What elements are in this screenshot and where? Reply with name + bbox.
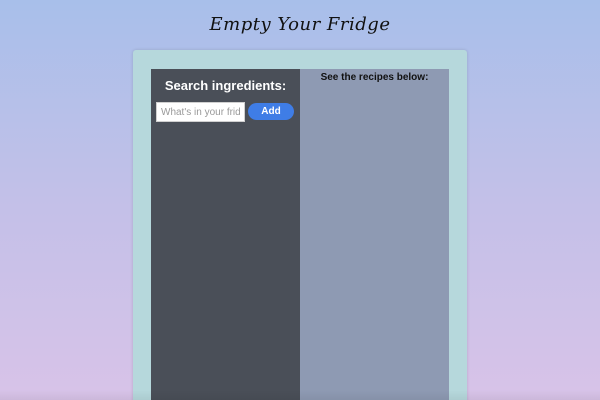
recipes-column: See the recipes below:: [300, 69, 449, 400]
search-heading: Search ingredients:: [164, 78, 287, 93]
app-title: Empty Your Fridge: [209, 14, 391, 35]
recipes-heading: See the recipes below:: [320, 72, 429, 83]
ingredient-search-input[interactable]: [156, 102, 245, 122]
search-column: Search ingredients: Add: [151, 69, 300, 400]
add-ingredient-button[interactable]: Add: [248, 103, 294, 120]
bottom-shadow: [0, 390, 600, 400]
